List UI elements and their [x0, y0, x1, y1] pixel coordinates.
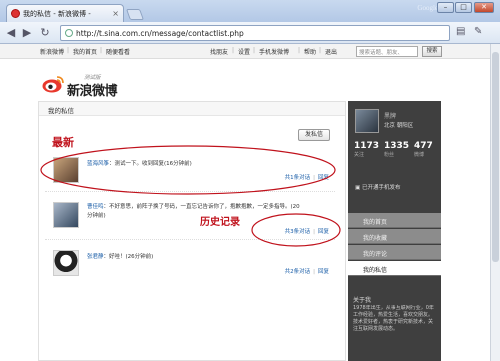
logo-beta: 测试版: [84, 75, 101, 81]
reply-link[interactable]: 回复: [318, 229, 329, 235]
weibo-eye-icon: [42, 76, 64, 93]
conversation-count-link[interactable]: 共3条对话: [285, 229, 311, 235]
google-label: Google: [417, 4, 438, 12]
message-row: 张君静：好哇！(26分钟前) 共2条对话 | 回复: [45, 246, 335, 286]
profile-avatar[interactable]: [355, 109, 379, 133]
about-title: 关于我: [353, 297, 372, 304]
message-actions: 共3条对话 | 回复: [284, 229, 329, 235]
conversation-count-link[interactable]: 共1条对话: [285, 175, 311, 181]
browser-tab[interactable]: 我的私信 - 新浪微博 - ×: [6, 4, 124, 22]
nav-logout[interactable]: 退出: [325, 47, 337, 56]
message-text: 张君静：好哇！(26分钟前): [87, 254, 154, 260]
new-tab-button[interactable]: [125, 9, 145, 20]
page-scrollbar[interactable]: [490, 44, 500, 361]
tab-close-icon[interactable]: ×: [112, 9, 119, 18]
tab-title: 我的私信 - 新浪微博 -: [23, 9, 91, 18]
minimize-button[interactable]: –: [437, 2, 454, 13]
url-text: http://t.sina.com.cn/message/contactlist…: [76, 28, 244, 38]
profile-name[interactable]: 黑牌: [384, 111, 396, 120]
message-text: 蓝海风筝：测试一下。收到回复(16分钟前): [87, 161, 192, 167]
stat-posts[interactable]: 477 微博: [414, 141, 433, 158]
message-actions: 共1条对话 | 回复: [284, 175, 329, 181]
avatar[interactable]: [53, 250, 79, 276]
profile-sidebar: 黑牌 北京 朝阳区 1173 关注 1335 粉丝 477 微博 ▣ 已开通手机…: [348, 101, 441, 361]
weibo-favicon-icon: [11, 9, 20, 18]
menu-my-home[interactable]: 我的首页: [348, 213, 441, 228]
page-menu-icon[interactable]: ▤: [456, 26, 465, 37]
nav-help[interactable]: 帮助: [304, 47, 316, 56]
annotation-newest: 最新: [52, 136, 74, 149]
message-time: 分钟前): [87, 213, 106, 219]
forward-icon[interactable]: ▶: [20, 26, 34, 40]
nav-settings[interactable]: 设置: [238, 47, 250, 56]
browser-toolbar: ◀ ▶ ↻ http://t.sina.com.cn/message/conta…: [0, 22, 500, 44]
profile-location: 北京 朝阳区: [384, 123, 414, 129]
sender-link[interactable]: 曹佳鸣: [87, 204, 104, 210]
page-title: 我的私信: [48, 107, 74, 115]
search-button[interactable]: 搜索: [422, 46, 442, 57]
nav-browse[interactable]: 随便看看: [106, 47, 130, 56]
logo-name: 新浪微博: [67, 84, 118, 99]
reload-icon[interactable]: ↻: [38, 26, 52, 40]
reply-link[interactable]: 回复: [318, 175, 329, 181]
send-message-button[interactable]: 发私信: [298, 129, 330, 141]
panel-header: 我的私信: [39, 102, 345, 116]
menu-my-messages[interactable]: 我的私信: [348, 261, 441, 276]
close-window-button[interactable]: ✕: [474, 2, 494, 13]
message-actions: 共2条对话 | 回复: [284, 269, 329, 275]
sender-link[interactable]: 蓝海风筝: [87, 161, 109, 167]
nav-mobile-post[interactable]: 手机发微博: [259, 47, 289, 56]
avatar[interactable]: [53, 157, 79, 183]
message-row: 曹佳鸣：不好意思，前阵子换了号码，一直忘记告诉你了，抱歉抱歉，一定多指导。(20…: [45, 196, 335, 240]
reply-link[interactable]: 回复: [318, 269, 329, 275]
scrollbar-thumb[interactable]: [492, 52, 499, 262]
avatar[interactable]: [53, 202, 79, 228]
sender-link[interactable]: 张君静: [87, 254, 104, 260]
page-icon: [65, 29, 73, 37]
mobile-publish-link[interactable]: ▣ 已开通手机发布: [355, 183, 400, 191]
nav-weibo[interactable]: 新浪微博: [40, 47, 64, 56]
stat-followers[interactable]: 1335 粉丝: [384, 141, 409, 158]
search-input[interactable]: 搜索话题、朋友、: [356, 46, 418, 57]
menu-my-comments[interactable]: 我的评论: [348, 245, 441, 260]
message-row: 蓝海风筝：测试一下。收到回复(16分钟前) 共1条对话 | 回复: [45, 152, 335, 192]
maximize-button[interactable]: □: [455, 2, 472, 13]
nav-find-friends[interactable]: 找朋友: [210, 47, 228, 56]
message-text: 曹佳鸣：不好意思，前阵子换了号码，一直忘记告诉你了，抱歉抱歉，一定多指导。(20: [87, 204, 300, 210]
menu-my-favorites[interactable]: 我的收藏: [348, 229, 441, 244]
stat-following[interactable]: 1173 关注: [354, 141, 379, 158]
site-top-nav: 新浪微博 | 我的首页 | 随便看看 找朋友 | 设置 | 手机发微博 | 帮助…: [0, 44, 490, 59]
back-icon[interactable]: ◀: [4, 26, 18, 40]
about-text: 1978年出生，从事互联网行业，0年工作经验，热爱生活，喜欢交朋友。技术爱好者，…: [353, 305, 434, 332]
conversation-count-link[interactable]: 共2条对话: [285, 269, 311, 275]
address-bar[interactable]: http://t.sina.com.cn/message/contactlist…: [60, 25, 450, 41]
browser-titlebar: 我的私信 - 新浪微博 - × Google – □ ✕: [0, 0, 500, 22]
nav-my-home[interactable]: 我的首页: [73, 47, 97, 56]
wrench-menu-icon[interactable]: ✎: [474, 26, 482, 37]
